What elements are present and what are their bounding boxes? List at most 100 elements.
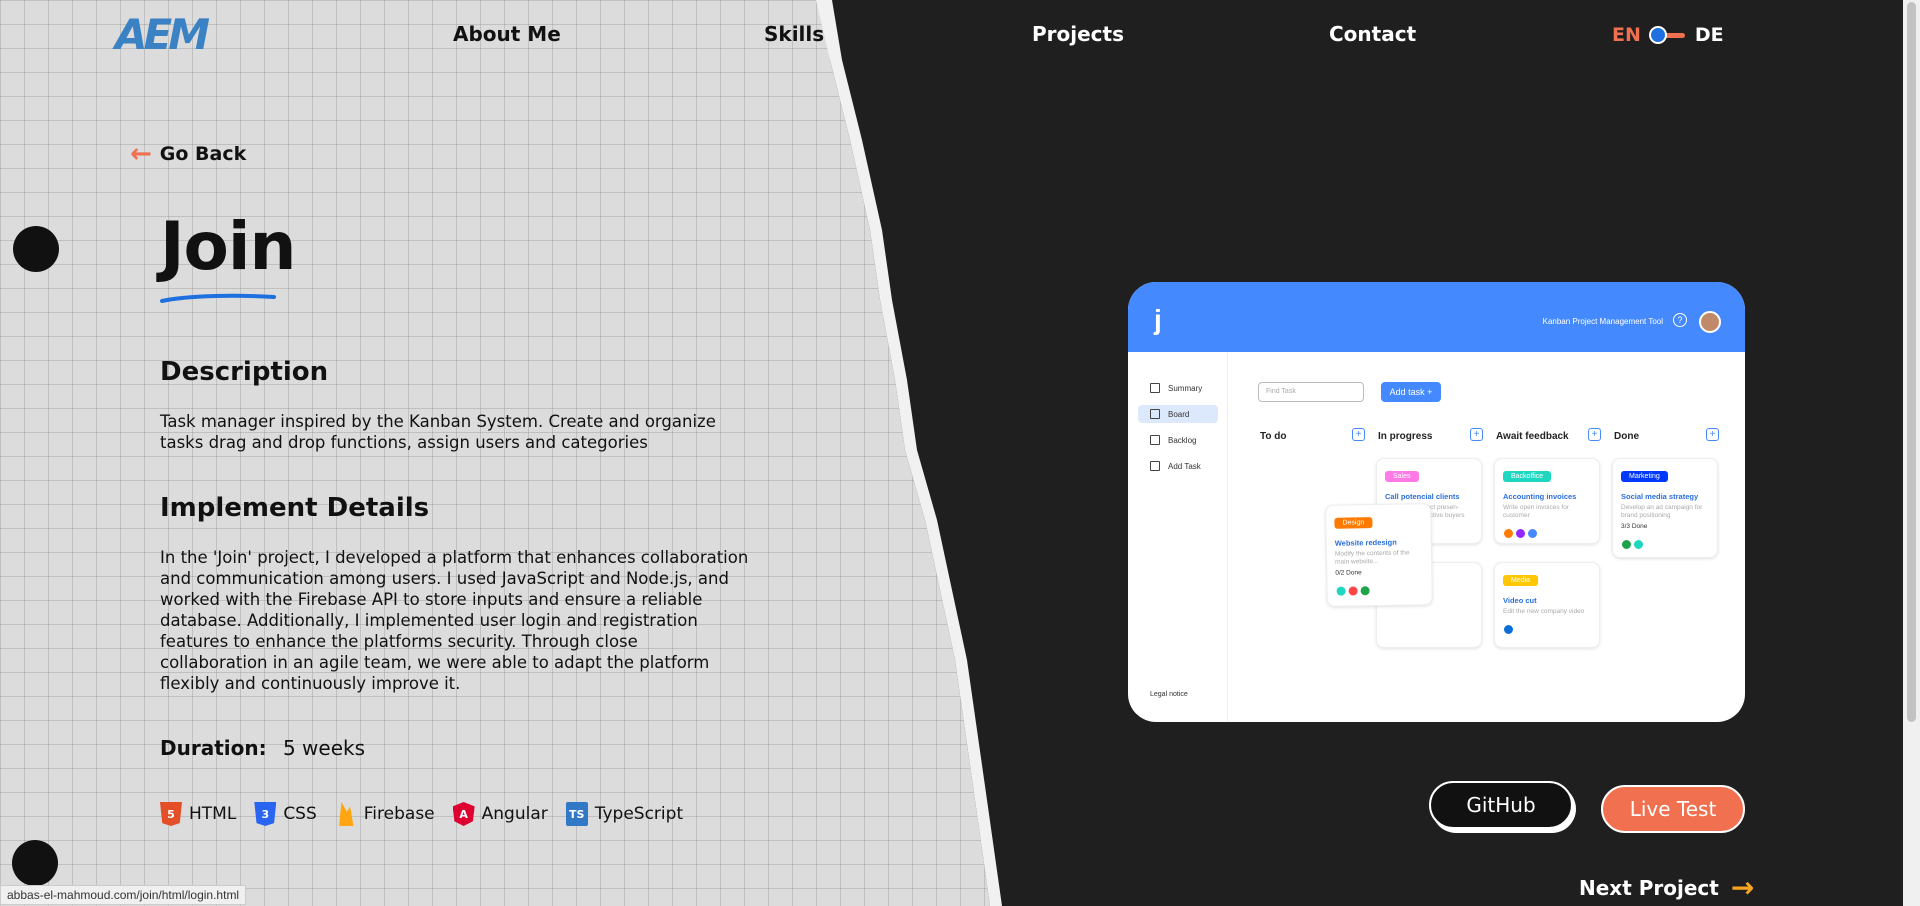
arrow-left-icon: ← — [130, 139, 152, 169]
preview-tag: Backoffice — [1503, 471, 1552, 482]
nav-about-me[interactable]: About Me — [453, 22, 561, 46]
paper-hole — [13, 226, 59, 272]
scrollbar-thumb[interactable] — [1907, 2, 1916, 722]
avatar — [1527, 528, 1538, 539]
site-logo[interactable]: AEM — [115, 10, 210, 59]
preview-sidebar-item: Summary — [1138, 379, 1218, 397]
technology-list: 5 HTML 3 CSS Firebase A Angular TS TypeS… — [160, 802, 683, 826]
description-heading: Description — [160, 357, 329, 387]
duration-value: 5 weeks — [282, 736, 366, 760]
assignee-avatars — [1503, 528, 1591, 539]
preview-card-title: Video cut — [1503, 596, 1537, 605]
angular-icon: A — [452, 802, 475, 826]
tech-label: Firebase — [363, 804, 435, 824]
tech-firebase: Firebase — [335, 802, 435, 826]
avatar — [1503, 624, 1514, 635]
duration-label: Duration: — [160, 736, 267, 760]
arrow-right-icon: → — [1730, 871, 1755, 904]
tech-angular: A Angular — [452, 802, 548, 826]
preview-legal: Legal notice — [1150, 691, 1188, 698]
live-test-button[interactable]: Live Test — [1601, 785, 1745, 833]
preview-card-progress: 3/3 Done — [1621, 523, 1648, 530]
toggle-knob — [1648, 26, 1667, 44]
preview-sidebar-item: Backlog — [1138, 431, 1218, 449]
lang-de[interactable]: DE — [1695, 24, 1724, 46]
lang-en[interactable]: EN — [1612, 24, 1641, 46]
backlog-icon — [1150, 435, 1160, 445]
preview-sidebar-item: Board — [1138, 405, 1218, 423]
preview-sidebar-label: Summary — [1168, 383, 1203, 393]
assignee-avatars — [1503, 624, 1591, 635]
tech-css: 3 CSS — [254, 802, 317, 826]
css3-icon: 3 — [254, 802, 277, 826]
preview-sidebar-label: Board — [1168, 409, 1190, 419]
help-icon: ? — [1673, 313, 1687, 327]
avatar — [1503, 528, 1514, 539]
go-back-label: Go Back — [159, 143, 247, 165]
next-project-label: Next Project — [1579, 876, 1719, 900]
status-bar-url: abbas-el-mahmoud.com/join/html/login.htm… — [0, 885, 247, 905]
avatar — [1699, 311, 1721, 333]
scrollbar[interactable] — [1903, 0, 1920, 906]
preview-add-task: Add task + — [1381, 382, 1441, 402]
project-preview-image: j Kanban Project Management Tool ? Summa… — [1128, 282, 1745, 722]
preview-sidebar-label: Add Task — [1168, 461, 1201, 471]
description-text: Task manager inspired by the Kanban Syst… — [160, 412, 716, 452]
paper-hole — [12, 840, 58, 886]
tech-html: 5 HTML — [160, 802, 236, 826]
tech-label: TypeScript — [594, 804, 684, 824]
preview-card-title: Social media strategy — [1621, 492, 1699, 501]
tech-label: Angular — [481, 804, 548, 824]
implement-text: In the 'Join' project, I developed a pla… — [160, 548, 749, 693]
preview-card-desc: Develop an ad campaign for brand positio… — [1621, 504, 1703, 519]
preview-header-text: Kanban Project Management Tool — [1542, 317, 1663, 326]
avatar — [1515, 528, 1526, 539]
nav-skills[interactable]: Skills — [764, 22, 824, 46]
preview-sidebar: Summary Board Backlog Add Task Legal not… — [1128, 352, 1228, 722]
preview-card-title: Accounting invoices — [1503, 492, 1577, 501]
preview-card-desc: Edit the new company video — [1503, 608, 1585, 615]
go-back-link[interactable]: ← Go Back — [130, 139, 247, 169]
add-task-icon — [1150, 461, 1160, 471]
preview-task-card: Marketing Social media strategy Develop … — [1612, 458, 1718, 558]
duration: Duration: 5 weeks — [160, 736, 365, 760]
preview-sidebar-label: Backlog — [1168, 435, 1197, 445]
language-toggle[interactable] — [1648, 25, 1687, 45]
plus-icon: + — [1706, 428, 1719, 441]
board-icon — [1150, 409, 1160, 419]
plus-icon: + — [1470, 428, 1483, 441]
preview-column-title: Await feedback — [1496, 431, 1569, 442]
firebase-icon — [339, 802, 354, 826]
preview-tag: Sales — [1385, 471, 1419, 482]
tech-label: CSS — [283, 804, 317, 824]
avatar — [1359, 585, 1371, 597]
avatar — [1633, 539, 1644, 550]
implement-heading: Implement Details — [160, 493, 430, 523]
preview-card-desc: Write open invoices for customer — [1503, 504, 1569, 519]
github-button[interactable]: GitHub — [1429, 781, 1573, 829]
preview-card-title: Call potencial clients — [1385, 492, 1460, 501]
preview-column-title: To do — [1260, 431, 1287, 442]
assignee-avatars — [1621, 539, 1709, 550]
typescript-icon: TS — [565, 802, 588, 826]
nav-projects[interactable]: Projects — [1032, 22, 1124, 46]
tech-typescript: TS TypeScript — [565, 802, 684, 826]
tech-label: HTML — [189, 804, 237, 824]
preview-task-card: Media Video cut Edit the new company vid… — [1494, 562, 1600, 648]
join-logo-icon: j — [1154, 304, 1162, 335]
preview-column-title: In progress — [1378, 431, 1433, 442]
summary-icon — [1150, 383, 1160, 393]
preview-task-card: Backoffice Accounting invoices Write ope… — [1494, 458, 1600, 544]
preview-card-progress: 0/2 Done — [1335, 569, 1362, 577]
preview-sidebar-item: Add Task — [1138, 457, 1218, 475]
title-underline — [160, 293, 276, 303]
preview-tag: Design — [1334, 517, 1373, 529]
language-switch[interactable]: EN DE — [1612, 24, 1724, 46]
preview-dragged-card: Design Website redesign Modify the conte… — [1325, 503, 1433, 607]
next-project-link[interactable]: Next Project → — [1579, 871, 1755, 904]
plus-icon: + — [1588, 428, 1601, 441]
preview-header: j Kanban Project Management Tool ? — [1128, 282, 1745, 352]
preview-find-input: Find Task — [1258, 382, 1364, 402]
plus-icon: + — [1352, 428, 1365, 441]
nav-contact[interactable]: Contact — [1329, 22, 1416, 46]
